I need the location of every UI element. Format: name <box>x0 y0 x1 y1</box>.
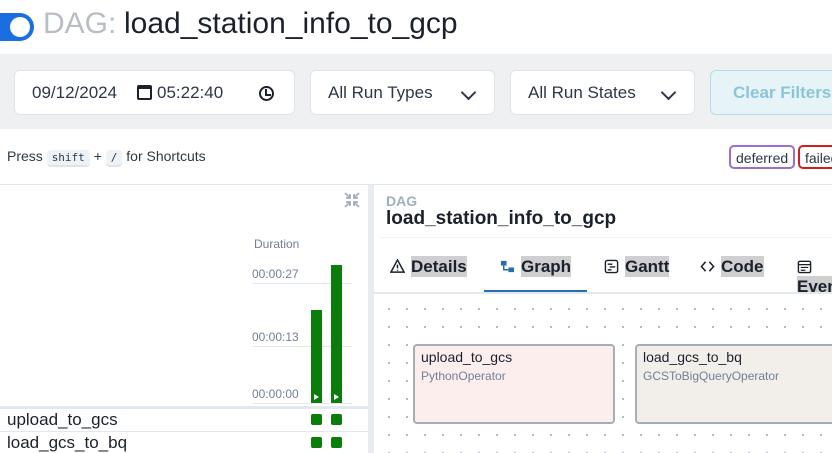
run-types-value: All Run Types <box>328 83 433 102</box>
clear-filters-button[interactable]: Clear Filters <box>710 70 832 115</box>
toggle-knob <box>10 17 30 37</box>
kbd-slash: / <box>105 150 123 167</box>
date-value: 09/12/2024 <box>32 83 118 102</box>
dag-prefix: DAG: <box>43 7 117 40</box>
shortcuts-plus: + <box>93 148 102 164</box>
duration-header: Duration <box>254 237 300 251</box>
graph-icon <box>500 260 515 273</box>
tab-label: Details <box>411 256 467 277</box>
run-duration-bar[interactable] <box>311 310 322 403</box>
kbd-shift: shift <box>46 150 90 167</box>
tab-details[interactable]: Details <box>390 256 467 293</box>
filter-bar: 09/12/2024 05:22:40 All Run Types All Ru… <box>0 54 832 129</box>
legend-failed-badge[interactable]: failed <box>798 145 832 169</box>
task-instance-status[interactable] <box>311 414 322 425</box>
tab-code[interactable]: Code <box>700 256 764 293</box>
task-instance-status[interactable] <box>331 437 342 448</box>
shortcuts-hint: Press shift + / for Shortcuts <box>7 148 206 167</box>
task-instance-status[interactable] <box>311 437 322 448</box>
details-label: DAG <box>386 193 418 209</box>
duration-tick: 00:00:27 <box>252 267 299 281</box>
shortcuts-suffix: for Shortcuts <box>126 148 206 164</box>
node-task-name: upload_to_gcs <box>421 349 513 365</box>
tab-label: Graph <box>521 256 572 277</box>
graph-node-upload-to-gcs[interactable]: upload_to_gcs PythonOperator <box>413 344 615 424</box>
chevron-down-icon <box>460 84 477 101</box>
run-states-select[interactable]: All Run States <box>510 70 695 115</box>
task-name-upload[interactable]: upload_to_gcs <box>7 410 118 430</box>
task-instance-status[interactable] <box>331 414 342 425</box>
run-types-select[interactable]: All Run Types <box>310 70 495 115</box>
collapse-icon[interactable] <box>343 191 361 209</box>
shortcuts-press-text: Press <box>7 148 43 164</box>
calendar-icon <box>797 260 812 274</box>
details-dag-title: load_station_info_to_gcp <box>386 208 617 229</box>
tab-label: Gantt <box>625 256 670 277</box>
run-duration-bar[interactable] <box>331 265 342 403</box>
code-icon <box>700 261 715 272</box>
duration-tick: 00:00:00 <box>252 387 299 401</box>
play-icon <box>334 394 339 400</box>
node-operator: PythonOperator <box>421 369 506 383</box>
run-states-value: All Run States <box>528 83 636 102</box>
legend-deferred-badge[interactable]: deferred <box>729 145 796 169</box>
row-divider <box>0 431 370 432</box>
tab-events[interactable]: Events <box>797 257 832 297</box>
page-title: load_station_info_to_gcp <box>124 7 458 40</box>
datetime-input[interactable]: 09/12/2024 05:22:40 <box>14 70 295 115</box>
node-operator: GCSToBigQueryOperator <box>643 369 780 383</box>
gantt-icon <box>604 259 619 274</box>
divider <box>0 184 832 185</box>
time-value: 05:22:40 <box>157 83 224 102</box>
gridline <box>252 403 352 404</box>
tab-graph[interactable]: Graph <box>484 256 587 293</box>
task-name-load[interactable]: load_gcs_to_bq <box>7 433 127 453</box>
play-icon <box>314 394 319 400</box>
grid-split <box>0 406 370 409</box>
divider <box>380 237 832 238</box>
duration-tick: 00:00:13 <box>252 330 299 344</box>
warning-icon <box>390 259 405 273</box>
clock-icon[interactable] <box>259 86 274 101</box>
node-task-name: load_gcs_to_bq <box>643 349 742 365</box>
calendar-icon[interactable] <box>137 85 152 100</box>
tab-label: Code <box>721 256 764 277</box>
tab-gantt[interactable]: Gantt <box>604 256 670 293</box>
page-header: DAG: load_station_info_to_gcp <box>0 0 832 54</box>
graph-node-load-gcs-to-bq[interactable]: load_gcs_to_bq GCSToBigQueryOperator <box>635 344 832 424</box>
dag-pause-toggle[interactable] <box>0 13 34 41</box>
chevron-down-icon <box>660 84 677 101</box>
